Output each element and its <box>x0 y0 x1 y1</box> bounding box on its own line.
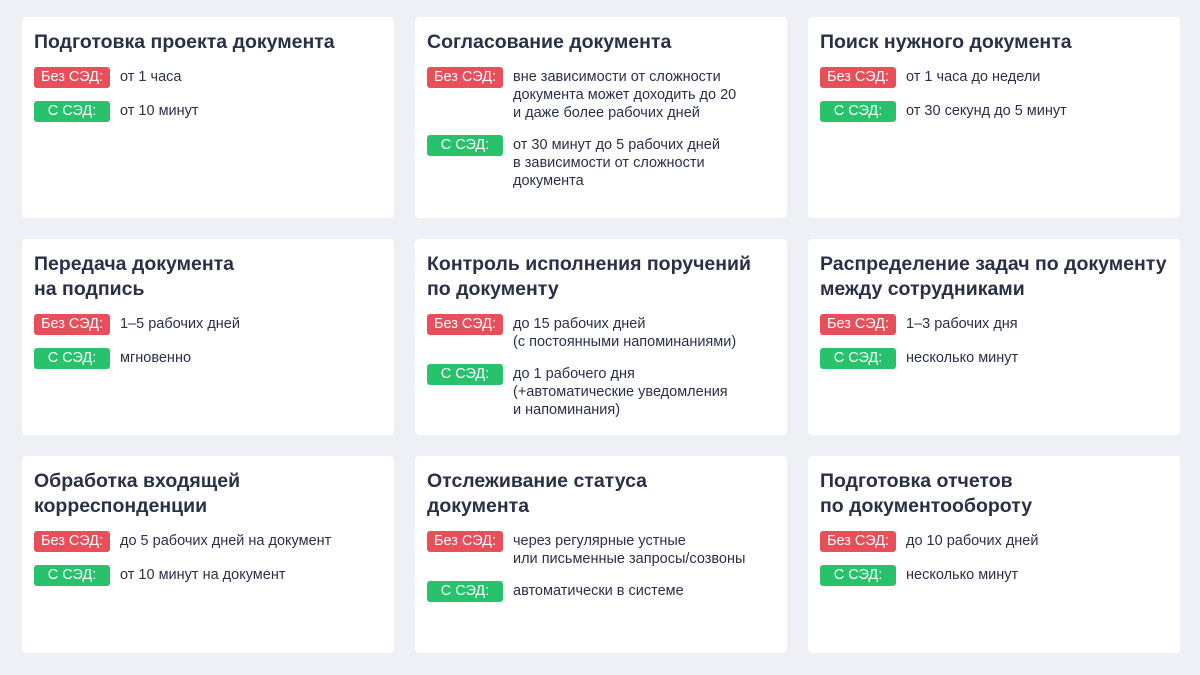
without-edms-badge: Без СЭД: <box>427 67 503 88</box>
card-title: Подготовка проекта документа <box>34 31 335 53</box>
without-edms-badge: Без СЭД: <box>427 531 503 552</box>
with-edms-badge: С СЭД: <box>427 581 503 602</box>
without-edms-value: через регулярные устные или письменные з… <box>513 533 746 567</box>
with-edms-value: автоматически в системе <box>513 583 684 599</box>
row-without-edms: Без СЭД: 1–5 рабочих дней <box>34 314 382 335</box>
row-with-edms: С СЭД: до 1 рабочего дня (+автоматически… <box>427 364 775 419</box>
card-incoming-correspondence: Обработка входящей корреспонденции Без С… <box>22 456 394 653</box>
with-edms-value: от 30 минут до 5 рабочих дней в зависимо… <box>513 137 720 189</box>
row-without-edms: Без СЭД: от 1 часа до недели <box>820 67 1168 88</box>
card-title: Контроль исполнения поручений по докумен… <box>427 253 751 300</box>
card-status-tracking: Отслеживание статуса документа Без СЭД: … <box>415 456 787 653</box>
with-edms-value: несколько минут <box>906 567 1019 583</box>
card-workflow-reports: Подготовка отчетов по документообороту Б… <box>808 456 1180 653</box>
without-edms-value: от 1 часа <box>120 69 182 85</box>
without-edms-value: до 5 рабочих дней на документ <box>120 533 332 549</box>
row-with-edms: С СЭД: несколько минут <box>820 348 1168 369</box>
row-without-edms: Без СЭД: до 10 рабочих дней <box>820 531 1168 552</box>
with-edms-badge: С СЭД: <box>820 565 896 586</box>
without-edms-value: вне зависимости от сложности документа м… <box>513 69 737 121</box>
with-edms-value: мгновенно <box>120 350 192 366</box>
row-without-edms: Без СЭД: вне зависимости от сложности до… <box>427 67 775 122</box>
row-without-edms: Без СЭД: до 5 рабочих дней на документ <box>34 531 382 552</box>
card-title: Распределение задач по документу между с… <box>820 253 1167 300</box>
without-edms-badge: Без СЭД: <box>820 67 896 88</box>
without-edms-badge: Без СЭД: <box>427 314 503 335</box>
row-without-edms: Без СЭД: до 15 рабочих дней (с постоянны… <box>427 314 775 351</box>
card-title: Поиск нужного документа <box>820 31 1072 53</box>
with-edms-badge: С СЭД: <box>427 135 503 156</box>
with-edms-value: от 10 минут на документ <box>120 567 286 583</box>
row-without-edms: Без СЭД: 1–3 рабочих дня <box>820 314 1168 335</box>
without-edms-badge: Без СЭД: <box>820 531 896 552</box>
without-edms-badge: Без СЭД: <box>820 314 896 335</box>
row-without-edms: Без СЭД: от 1 часа <box>34 67 382 88</box>
comparison-grid: Подготовка проекта документа Без СЭД: от… <box>22 17 1180 653</box>
row-without-edms: Без СЭД: через регулярные устные или пис… <box>427 531 775 568</box>
row-with-edms: С СЭД: несколько минут <box>820 565 1168 586</box>
card-execution-control: Контроль исполнения поручений по докумен… <box>415 239 787 435</box>
row-with-edms: С СЭД: от 30 секунд до 5 минут <box>820 101 1168 122</box>
row-with-edms: С СЭД: мгновенно <box>34 348 382 369</box>
with-edms-badge: С СЭД: <box>34 101 110 122</box>
without-edms-value: от 1 часа до недели <box>906 69 1041 85</box>
card-document-search: Поиск нужного документа Без СЭД: от 1 ча… <box>808 17 1180 218</box>
card-document-approval: Согласование документа Без СЭД: вне зави… <box>415 17 787 218</box>
without-edms-value: до 10 рабочих дней <box>906 533 1039 549</box>
card-title: Подготовка отчетов по документообороту <box>820 470 1033 517</box>
with-edms-badge: С СЭД: <box>427 364 503 385</box>
with-edms-value: от 10 минут <box>120 103 199 119</box>
with-edms-value: до 1 рабочего дня (+автоматические уведо… <box>513 366 728 418</box>
with-edms-badge: С СЭД: <box>34 565 110 586</box>
card-title: Отслеживание статуса документа <box>427 470 648 517</box>
row-with-edms: С СЭД: от 30 минут до 5 рабочих дней в з… <box>427 135 775 190</box>
without-edms-value: до 15 рабочих дней (с постоянными напоми… <box>513 316 737 350</box>
card-task-distribution: Распределение задач по документу между с… <box>808 239 1180 435</box>
without-edms-value: 1–5 рабочих дней <box>120 316 240 332</box>
without-edms-badge: Без СЭД: <box>34 67 110 88</box>
card-title: Согласование документа <box>427 31 672 53</box>
with-edms-value: от 30 секунд до 5 минут <box>906 103 1067 119</box>
card-title: Обработка входящей корреспонденции <box>34 470 241 517</box>
with-edms-badge: С СЭД: <box>820 348 896 369</box>
card-send-for-signature: Передача документа на подпись Без СЭД: 1… <box>22 239 394 435</box>
card-title: Передача документа на подпись <box>34 253 235 300</box>
without-edms-badge: Без СЭД: <box>34 314 110 335</box>
row-with-edms: С СЭД: от 10 минут на документ <box>34 565 382 586</box>
without-edms-value: 1–3 рабочих дня <box>906 316 1018 332</box>
row-with-edms: С СЭД: автоматически в системе <box>427 581 775 602</box>
with-edms-badge: С СЭД: <box>34 348 110 369</box>
with-edms-badge: С СЭД: <box>820 101 896 122</box>
row-with-edms: С СЭД: от 10 минут <box>34 101 382 122</box>
card-draft-preparation: Подготовка проекта документа Без СЭД: от… <box>22 17 394 218</box>
with-edms-value: несколько минут <box>906 350 1019 366</box>
without-edms-badge: Без СЭД: <box>34 531 110 552</box>
